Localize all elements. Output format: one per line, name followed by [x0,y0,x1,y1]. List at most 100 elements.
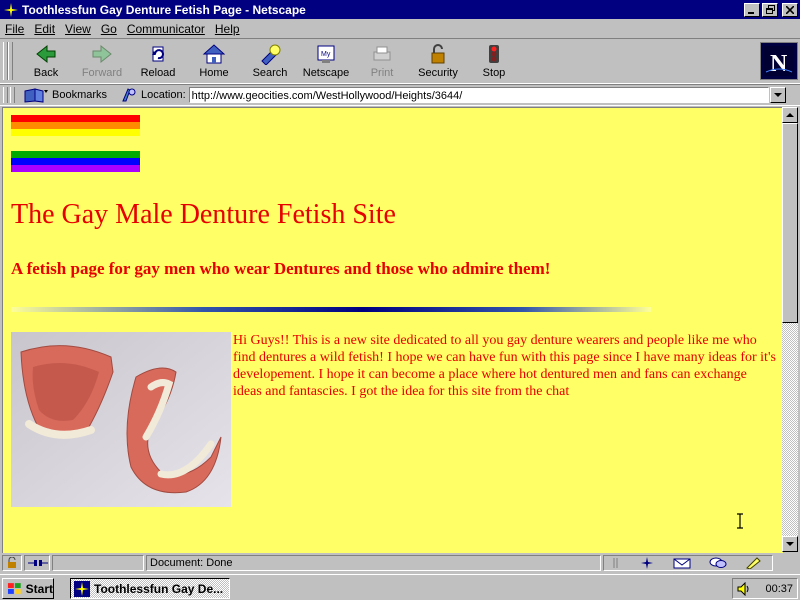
netscape-logo[interactable]: N [760,42,798,80]
menu-help[interactable]: Help [210,22,245,36]
composer-icon[interactable] [745,557,763,569]
system-tray: 00:37 [732,578,798,599]
window-title: Toothlessfun Gay Denture Fetish Page - N… [22,2,306,17]
home-icon [202,44,226,64]
location-label: Location: [141,89,186,101]
netscape-task-icon [74,580,90,597]
toolbar-grip-2[interactable] [8,42,13,80]
menu-view[interactable]: View [60,22,96,36]
menu-edit[interactable]: Edit [29,22,60,36]
rainbow-stripe [11,122,140,129]
minimize-icon [748,11,754,14]
windows-logo-icon [7,582,21,594]
menu-communicator[interactable]: Communicator [122,22,210,36]
rainbow-stripe [11,115,140,122]
location-grip-2[interactable] [10,87,15,103]
chevron-down-icon [786,541,794,546]
location-grip[interactable] [3,87,8,103]
menu-go[interactable]: Go [96,22,122,36]
rainbow-flag-image [11,115,140,179]
scroll-down-button[interactable] [782,536,798,552]
mail-icon[interactable] [673,557,691,569]
component-bar [603,555,773,571]
netscape-my-icon: My [317,45,335,63]
stop-icon [489,45,499,63]
taskbar: Start Toothlessfun Gay De... 00:37 [0,574,800,600]
connection-status-cell [24,555,50,571]
stop-button[interactable]: Stop [468,42,520,82]
task-label: Toothlessfun Gay De... [94,581,224,596]
security-label: Security [418,67,458,79]
security-button[interactable]: Security [412,42,464,82]
home-button[interactable]: Home [188,42,240,82]
menu-file[interactable]: File [0,22,29,36]
status-bar: Document: Done [0,553,800,573]
open-lock-icon [8,557,16,568]
page-proxy-icon[interactable] [120,87,138,103]
navigator-icon[interactable] [639,557,655,569]
rainbow-stripe [11,158,140,165]
security-status-cell[interactable] [2,555,22,571]
page-subheading: A fetish page for gay men who wear Dentu… [11,259,551,278]
navigation-toolbar: Back Forward Reload Home Search My Netsc… [0,38,800,84]
rainbow-stripe [11,129,140,136]
close-icon [786,5,794,14]
title-bar: Toothlessfun Gay Denture Fetish Page - N… [0,0,800,19]
grip-icon [613,558,618,568]
progress-cell [52,555,144,571]
scroll-up-button[interactable] [782,107,798,123]
search-flashlight-icon [261,44,281,65]
chevron-down-icon [773,92,782,97]
back-label: Back [33,67,59,79]
close-button[interactable] [782,2,798,17]
reload-icon [152,46,164,62]
discussions-icon[interactable] [709,557,727,569]
rainbow-stripe [11,165,140,172]
minimize-button[interactable] [744,2,760,17]
vertical-scrollbar[interactable] [782,107,798,552]
intro-paragraph: Hi Guys!! This is a new site dedicated t… [11,332,776,507]
forward-arrow-icon [92,44,112,64]
svg-text:N: N [770,51,788,76]
reload-button[interactable]: Reload [132,42,184,82]
netscape-n-logo-icon: N [764,46,794,76]
location-toolbar: Bookmarks Location: http://www.geocities… [0,84,800,106]
start-label: Start [25,581,53,596]
rainbow-stripe [11,151,140,158]
clock[interactable]: 00:37 [765,583,793,595]
location-label-group: Location: [120,87,186,103]
back-arrow-icon [36,44,56,64]
netscape-app-icon [3,1,19,18]
status-text: Document: Done [150,557,233,569]
intro-text: Hi Guys!! This is a new site dedicated t… [233,333,776,399]
chevron-up-icon [786,112,794,117]
restore-button[interactable] [762,2,778,17]
url-input[interactable]: http://www.geocities.com/WestHollywood/H… [188,87,769,103]
search-label: Search [252,67,288,79]
netscape-label: Netscape [302,67,350,79]
menu-bar: File Edit View Go Communicator Help [0,19,800,38]
svg-text:My: My [321,51,331,58]
home-label: Home [199,67,229,79]
bookmarks-label: Bookmarks [52,89,108,101]
scroll-thumb[interactable] [782,123,798,323]
taskbar-netscape-item[interactable]: Toothlessfun Gay De... [70,578,230,599]
gradient-divider [11,307,651,312]
stop-label: Stop [482,67,506,79]
restore-icon [765,5,775,14]
volume-icon[interactable] [737,581,751,596]
print-button[interactable]: Print [356,42,408,82]
page-viewport: The Gay Male Denture Fetish Site A fetis… [2,107,783,553]
start-button[interactable]: Start [2,578,54,599]
bookmarks-icon [24,88,48,103]
url-dropdown-button[interactable] [769,87,786,103]
page-heading: The Gay Male Denture Fetish Site [11,199,396,230]
search-button[interactable]: Search [244,42,296,82]
plug-icon [28,560,48,566]
netscape-button[interactable]: My Netscape [300,42,352,82]
page-content: The Gay Male Denture Fetish Site A fetis… [11,115,776,509]
back-button[interactable]: Back [20,42,72,82]
forward-button[interactable]: Forward [76,42,128,82]
bookmarks-button[interactable]: Bookmarks [23,87,118,103]
forward-label: Forward [81,67,123,79]
